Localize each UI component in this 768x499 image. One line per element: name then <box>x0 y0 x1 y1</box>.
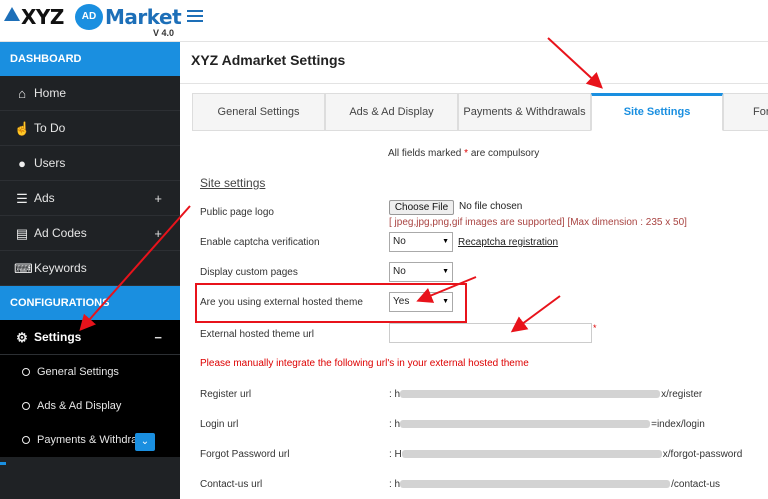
url-suffix: =index/login <box>651 419 705 430</box>
logo-xyz-text: XYZ <box>21 5 64 29</box>
sidebar-item-todo[interactable]: ☝ To Do <box>0 111 180 146</box>
scroll-down-chevron-icon[interactable]: ⌄ <box>135 433 155 451</box>
logo-label: Public page logo <box>200 207 274 218</box>
circle-bullet-icon <box>22 368 30 376</box>
circle-bullet-icon <box>22 436 30 444</box>
tab-general-settings[interactable]: General Settings <box>192 93 325 131</box>
tab-site-settings[interactable]: Site Settings <box>591 93 723 131</box>
choose-file-button[interactable]: Choose File <box>389 200 454 215</box>
section-heading: Site settings <box>200 176 266 190</box>
scroll-indicator <box>0 462 6 465</box>
url-prefix: : h <box>389 479 401 490</box>
code-document-icon: ▤ <box>15 226 29 241</box>
home-icon: ⌂ <box>18 86 26 101</box>
sidebar-subitem-ads-display[interactable]: Ads & Ad Display <box>0 389 180 423</box>
annotation-highlight-box <box>195 283 467 323</box>
list-icon: ☰ <box>16 191 28 206</box>
redacted-url-part <box>400 480 671 489</box>
required-star: * <box>593 323 597 333</box>
integration-notice: Please manually integrate the following … <box>200 358 529 369</box>
sidebar-item-settings[interactable]: ⚙ Settings − <box>0 320 180 355</box>
page-title: XYZ Admarket Settings <box>191 52 346 68</box>
users-icon: ● <box>18 156 26 171</box>
sidebar: DASHBOARD ⌂ Home ☝ To Do ● Users ☰ Ads +… <box>0 42 180 499</box>
sidebar-item-label: Users <box>34 156 66 170</box>
hamburger-menu-icon[interactable] <box>187 10 203 23</box>
sidebar-item-ad-codes[interactable]: ▤ Ad Codes + <box>0 216 180 251</box>
contact-us-url-value: : h/contact-us <box>389 479 720 490</box>
file-requirements-note: [ jpeg,jpg,png,gif images are supported]… <box>389 217 687 228</box>
divider <box>180 83 768 84</box>
sidebar-subitem-label: Ads & Ad Display <box>37 400 122 412</box>
tab-payments-withdrawals[interactable]: Payments & Withdrawals <box>458 93 591 131</box>
sidebar-item-label: Ad Codes <box>34 226 87 240</box>
recaptcha-registration-link[interactable]: Recaptcha registration <box>458 237 558 248</box>
sidebar-item-keywords[interactable]: ⌨ Keywords <box>0 251 180 286</box>
sidebar-subitem-label: Payments & Withdrav <box>37 434 143 446</box>
sidebar-item-ads[interactable]: ☰ Ads + <box>0 181 180 216</box>
captcha-select[interactable]: No ▼ <box>389 232 453 252</box>
gear-icon: ⚙ <box>16 330 28 345</box>
tab-more[interactable]: For <box>723 93 768 131</box>
tab-ads-display[interactable]: Ads & Ad Display <box>325 93 458 131</box>
url-suffix: /contact-us <box>671 479 721 490</box>
forgot-password-url-value: : H x/forgot-password <box>389 449 742 460</box>
logo-triangle-icon <box>4 7 20 21</box>
captcha-label: Enable captcha verification <box>200 237 320 248</box>
sidebar-item-label: Keywords <box>34 261 87 275</box>
compulsory-suffix: are compulsory <box>470 148 540 159</box>
url-prefix: : h <box>389 419 401 430</box>
url-prefix: : h <box>389 389 401 400</box>
app-logo[interactable]: XYZ AD Market V 4.0 <box>4 3 182 39</box>
expand-plus-icon[interactable]: + <box>154 216 162 251</box>
collapse-minus-icon[interactable]: − <box>154 320 162 355</box>
contact-us-url-label: Contact-us url <box>200 479 263 490</box>
keyboard-icon: ⌨ <box>14 261 33 276</box>
theme-url-label: External hosted theme url <box>200 329 314 340</box>
sidebar-item-label: Ads <box>34 191 55 205</box>
url-suffix: x/forgot-password <box>662 449 743 460</box>
redacted-url-part <box>401 450 662 459</box>
url-prefix: : H <box>389 449 402 460</box>
sidebar-item-users[interactable]: ● Users <box>0 146 180 181</box>
logo-market-text: Market <box>105 5 182 29</box>
sidebar-configurations-header[interactable]: CONFIGURATIONS <box>0 286 180 320</box>
app-version: V 4.0 <box>153 28 175 38</box>
forgot-password-url-label: Forgot Password url <box>200 449 290 460</box>
compulsory-note: All fields marked * are compulsory <box>388 148 539 159</box>
register-url-label: Register url <box>200 389 252 400</box>
dropdown-caret-icon: ▼ <box>442 238 449 245</box>
custom-pages-select-value: No <box>393 266 406 277</box>
login-url-value: : h =index/login <box>389 419 705 430</box>
required-star: * <box>464 148 469 159</box>
register-url-value: : h x/register <box>389 389 702 400</box>
sidebar-item-home[interactable]: ⌂ Home <box>0 76 180 111</box>
theme-url-input[interactable] <box>389 323 592 343</box>
settings-tabs: General Settings Ads & Ad Display Paymen… <box>192 93 768 131</box>
compulsory-prefix: All fields marked <box>388 148 462 159</box>
app-root: XYZ AD Market V 4.0 DASHBOARD ⌂ Home ☝ T… <box>0 0 768 499</box>
sidebar-dashboard-header[interactable]: DASHBOARD <box>0 42 180 76</box>
file-status: No file chosen <box>459 201 523 212</box>
dropdown-caret-icon: ▼ <box>442 268 449 275</box>
main-content: XYZ Admarket Settings General Settings A… <box>180 42 768 499</box>
sidebar-subitem-general-settings[interactable]: General Settings <box>0 355 180 389</box>
url-suffix: x/register <box>661 389 703 400</box>
sidebar-subitem-label: General Settings <box>37 366 119 378</box>
login-url-label: Login url <box>200 419 239 430</box>
sidebar-item-label: Settings <box>34 330 82 344</box>
redacted-url-part <box>400 390 661 399</box>
sidebar-item-label: Home <box>34 86 67 100</box>
redacted-url-part <box>400 420 651 429</box>
sidebar-item-label: To Do <box>34 121 66 135</box>
custom-pages-label: Display custom pages <box>200 267 298 278</box>
expand-plus-icon[interactable]: + <box>154 181 162 216</box>
custom-pages-select[interactable]: No ▼ <box>389 262 453 282</box>
thumbs-up-icon: ☝ <box>14 121 31 136</box>
circle-bullet-icon <box>22 402 30 410</box>
top-bar: XYZ AD Market V 4.0 <box>0 0 768 42</box>
captcha-select-value: No <box>393 236 406 247</box>
logo-ad-badge: AD <box>75 4 103 30</box>
